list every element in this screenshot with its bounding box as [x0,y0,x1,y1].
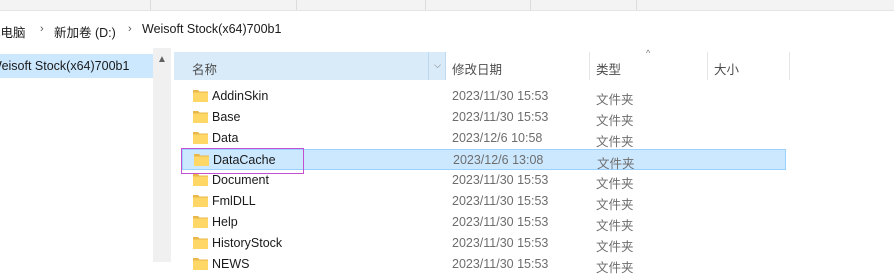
column-header-name-label: 名称 [192,63,218,77]
file-name[interactable]: Data [212,131,238,145]
file-date: 2023/11/30 15:53 [452,194,549,208]
file-date: 2023/11/30 15:53 [452,236,549,250]
file-type: 文件夹 [596,135,634,149]
breadcrumb-this-pc[interactable]: 此电脑 [0,22,26,41]
breadcrumb-folder[interactable]: Weisoft Stock(x64)700b1 [142,22,281,36]
ribbon-separator [150,0,151,10]
column-header-type[interactable]: 类型 [590,52,708,80]
file-name[interactable]: AddinSkin [212,89,268,103]
file-name[interactable]: HistoryStock [212,236,282,250]
column-header-name[interactable]: 名称 ⌵ [174,52,446,80]
folder-icon [193,216,208,228]
chevron-right-icon[interactable]: › [40,23,44,35]
nav-item-selected-folder[interactable]: Weisoft Stock(x64)700b1 [0,54,153,78]
column-header-date[interactable]: 修改日期 [446,52,590,80]
scroll-up-arrow-icon[interactable]: ▲ [153,54,171,65]
ribbon-separator [296,0,297,10]
file-row[interactable]: FmlDLL 2023/11/30 15:53 文件夹 [182,191,786,212]
file-type: 文件夹 [596,240,634,254]
column-header-size[interactable]: 大小 [708,52,790,80]
file-date: 2023/12/6 10:58 [452,131,543,145]
file-type: 文件夹 [596,261,634,275]
folder-icon [193,90,208,102]
file-row[interactable]: HistoryStock 2023/11/30 15:53 文件夹 [182,233,786,254]
chevron-right-icon[interactable]: › [128,23,132,35]
file-date: 2023/11/30 15:53 [452,110,549,124]
header-divider [428,52,429,80]
column-header-date-label: 修改日期 [452,63,503,77]
ribbon-separator [530,0,531,10]
file-type: 文件夹 [596,177,634,191]
ribbon-separator [636,0,637,10]
folder-icon [193,111,208,123]
breadcrumb[interactable]: 此电脑 › 新加卷 (D:) › Weisoft Stock(x64)700b1 [0,17,894,45]
column-headers: 名称 ⌵ 修改日期 类型 大小 [172,52,894,80]
file-date: 2023/11/30 15:53 [452,215,549,229]
file-row[interactable]: Help 2023/11/30 15:53 文件夹 [182,212,786,233]
file-date: 2023/11/30 15:53 [452,173,549,187]
chevron-down-icon[interactable]: ⌵ [434,60,441,71]
column-header-type-label: 类型 [596,63,622,77]
ribbon-separator [425,0,426,10]
file-name[interactable]: Base [212,110,241,124]
file-name[interactable]: Document [212,173,269,187]
file-name[interactable]: Help [212,215,238,229]
file-date: 2023/12/6 13:08 [453,153,544,167]
column-header-size-label: 大小 [714,63,740,77]
file-row[interactable]: AddinSkin 2023/11/30 15:53 文件夹 [182,86,786,107]
file-date: 2023/11/30 15:53 [452,257,549,271]
folder-icon [193,258,208,270]
nav-scrollbar[interactable]: ▲ [153,48,171,262]
file-name[interactable]: NEWS [212,257,250,271]
file-type: 文件夹 [596,198,634,212]
file-type: 文件夹 [596,114,634,128]
file-date: 2023/11/30 15:53 [452,89,549,103]
folder-icon [193,237,208,249]
folder-icon [193,174,208,186]
file-name[interactable]: FmlDLL [212,194,256,208]
file-row[interactable]: Base 2023/11/30 15:53 文件夹 [182,107,786,128]
breadcrumb-drive[interactable]: 新加卷 (D:) [54,22,116,41]
ribbon [0,0,894,11]
folder-icon [193,195,208,207]
file-type: 文件夹 [596,93,634,107]
highlight-annotation-box [181,148,304,174]
file-row[interactable]: NEWS 2023/11/30 15:53 文件夹 [182,254,786,275]
file-row[interactable]: Data 2023/12/6 10:58 文件夹 [182,128,786,149]
navigation-pane: Weisoft Stock(x64)700b1 [0,48,158,262]
folder-icon [193,132,208,144]
file-type: 文件夹 [596,219,634,233]
nav-item-label: Weisoft Stock(x64)700b1 [0,59,130,73]
